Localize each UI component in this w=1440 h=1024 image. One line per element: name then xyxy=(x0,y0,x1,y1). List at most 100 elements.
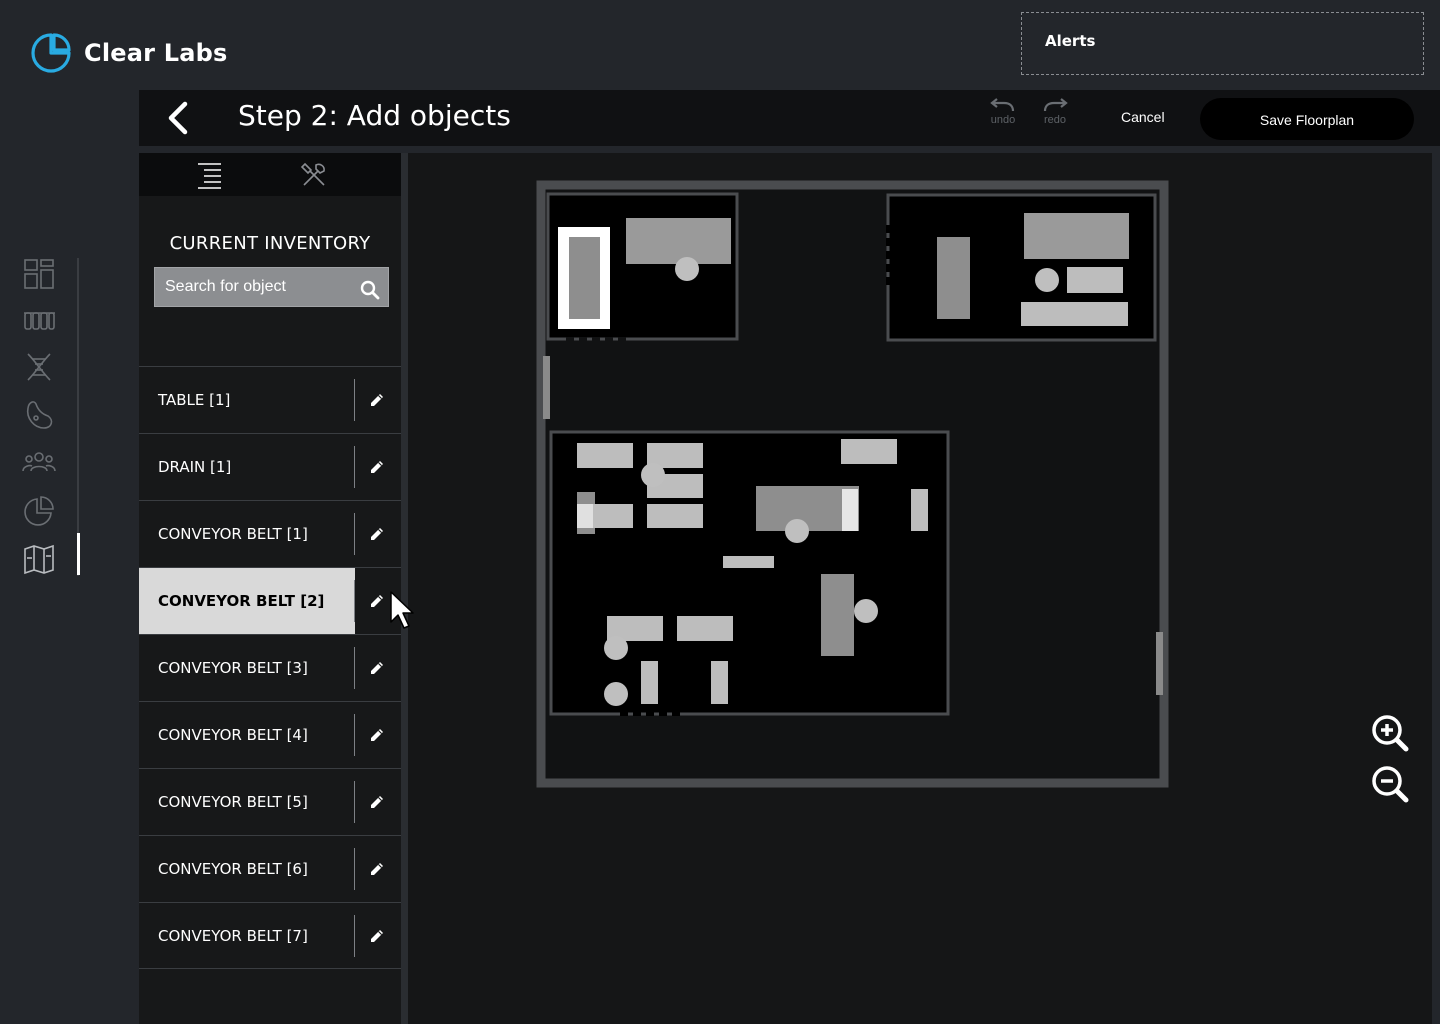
item-label-area[interactable]: CONVEYOR BELT [7] xyxy=(139,903,355,969)
object xyxy=(723,556,774,568)
object xyxy=(577,443,633,468)
list-item[interactable]: DRAIN [1] xyxy=(139,433,401,500)
drain xyxy=(854,599,878,623)
header-separator xyxy=(139,146,1440,153)
alerts-panel[interactable]: Alerts xyxy=(1021,12,1424,75)
item-label-area[interactable]: CONVEYOR BELT [2] xyxy=(139,568,355,634)
drain xyxy=(675,257,699,281)
object xyxy=(842,489,858,531)
redo-button[interactable]: redo xyxy=(1035,96,1075,136)
item-label: CONVEYOR BELT [5] xyxy=(158,793,308,811)
drain xyxy=(785,519,809,543)
zoom-out-icon[interactable] xyxy=(1370,764,1410,804)
undo-label: undo xyxy=(990,114,1016,126)
editor-header: Step 2: Add objects undo redo Cancel Sav… xyxy=(139,90,1440,146)
dna-icon[interactable] xyxy=(22,350,56,384)
item-divider xyxy=(354,446,355,488)
item-divider xyxy=(354,647,355,689)
list-item[interactable]: CONVEYOR BELT [7] xyxy=(139,902,401,969)
inventory-list: TABLE [1] DRAIN [1] CONVEYOR BELT [1] CO… xyxy=(139,366,401,969)
brand[interactable]: Clear Labs xyxy=(30,32,227,74)
pencil-icon[interactable] xyxy=(368,793,386,811)
floorplan-map-icon[interactable] xyxy=(22,542,56,576)
clear-labs-logo-icon xyxy=(31,33,71,73)
item-label: CONVEYOR BELT [2] xyxy=(158,592,325,610)
undo-icon xyxy=(990,98,1015,112)
drain xyxy=(604,636,628,660)
list-icon[interactable] xyxy=(195,160,225,190)
mouse-cursor-icon xyxy=(390,591,414,629)
item-label-area[interactable]: DRAIN [1] xyxy=(139,434,355,500)
object xyxy=(569,237,600,319)
canvas-edge xyxy=(1432,153,1440,1024)
cancel-button[interactable]: Cancel xyxy=(1121,109,1165,125)
undo-button[interactable]: undo xyxy=(983,96,1023,136)
alerts-label: Alerts xyxy=(1045,32,1096,50)
item-label-area[interactable]: TABLE [1] xyxy=(139,367,355,433)
item-divider xyxy=(354,915,355,957)
inventory-title: CURRENT INVENTORY xyxy=(169,233,371,254)
sidebar-tabs xyxy=(139,153,401,196)
users-icon[interactable] xyxy=(22,445,56,479)
list-item[interactable]: CONVEYOR BELT [1] xyxy=(139,500,401,567)
zoom-in-icon[interactable] xyxy=(1370,713,1410,753)
item-label-area[interactable]: CONVEYOR BELT [4] xyxy=(139,702,355,768)
item-label-area[interactable]: CONVEYOR BELT [1] xyxy=(139,501,355,567)
list-item[interactable]: CONVEYOR BELT [6] xyxy=(139,835,401,902)
room-bottom xyxy=(549,430,950,716)
drain xyxy=(1035,268,1059,292)
object xyxy=(677,616,733,641)
object xyxy=(911,489,928,531)
item-divider xyxy=(354,714,355,756)
object xyxy=(626,218,731,264)
list-item[interactable]: CONVEYOR BELT [4] xyxy=(139,701,401,768)
object xyxy=(937,237,970,319)
pencil-icon[interactable] xyxy=(368,860,386,878)
list-item-selected[interactable]: CONVEYOR BELT [2] xyxy=(139,567,401,634)
pie-chart-icon[interactable] xyxy=(22,494,56,528)
item-divider xyxy=(354,781,355,823)
search-box xyxy=(154,267,389,307)
search-input[interactable] xyxy=(155,268,355,306)
list-item[interactable]: CONVEYOR BELT [3] xyxy=(139,634,401,701)
item-label-area[interactable]: CONVEYOR BELT [3] xyxy=(139,635,355,701)
redo-label: redo xyxy=(1043,114,1067,126)
floorplan-canvas[interactable] xyxy=(408,153,1432,1024)
bacteria-icon[interactable] xyxy=(22,398,56,432)
dashboard-icon[interactable] xyxy=(22,257,56,291)
object xyxy=(1024,213,1129,259)
object xyxy=(577,504,593,528)
pencil-icon[interactable] xyxy=(368,726,386,744)
item-label-area[interactable]: CONVEYOR BELT [5] xyxy=(139,769,355,835)
page-title: Step 2: Add objects xyxy=(238,99,511,132)
item-label: TABLE [1] xyxy=(158,391,231,409)
search-icon[interactable] xyxy=(360,280,380,300)
inventory-sidebar: CURRENT INVENTORY TABLE [1] DRAIN [1] CO… xyxy=(139,153,401,1024)
object xyxy=(821,574,854,656)
tools-icon[interactable] xyxy=(299,160,329,190)
back-arrow-icon[interactable] xyxy=(161,100,195,136)
list-item[interactable]: TABLE [1] xyxy=(139,366,401,433)
save-floorplan-button[interactable]: Save Floorplan xyxy=(1200,98,1414,140)
pencil-icon[interactable] xyxy=(368,458,386,476)
item-divider xyxy=(354,379,355,421)
floorplan[interactable] xyxy=(408,153,1432,1024)
item-label: CONVEYOR BELT [1] xyxy=(158,525,308,543)
item-label-area[interactable]: CONVEYOR BELT [6] xyxy=(139,836,355,902)
brand-name: Clear Labs xyxy=(84,39,228,67)
test-tubes-icon[interactable] xyxy=(22,303,56,337)
item-label: CONVEYOR BELT [6] xyxy=(158,860,308,878)
nav-active-indicator xyxy=(77,533,80,575)
pencil-icon[interactable] xyxy=(368,659,386,677)
item-label: DRAIN [1] xyxy=(158,458,232,476)
list-item[interactable]: CONVEYOR BELT [5] xyxy=(139,768,401,835)
object xyxy=(1021,302,1128,326)
pencil-icon[interactable] xyxy=(368,927,386,945)
pencil-icon[interactable] xyxy=(368,525,386,543)
item-divider xyxy=(354,580,355,622)
item-label: CONVEYOR BELT [3] xyxy=(158,659,308,677)
object xyxy=(711,661,728,704)
wall-marker xyxy=(1156,632,1163,695)
pencil-icon[interactable] xyxy=(368,391,386,409)
pencil-icon[interactable] xyxy=(368,592,386,610)
